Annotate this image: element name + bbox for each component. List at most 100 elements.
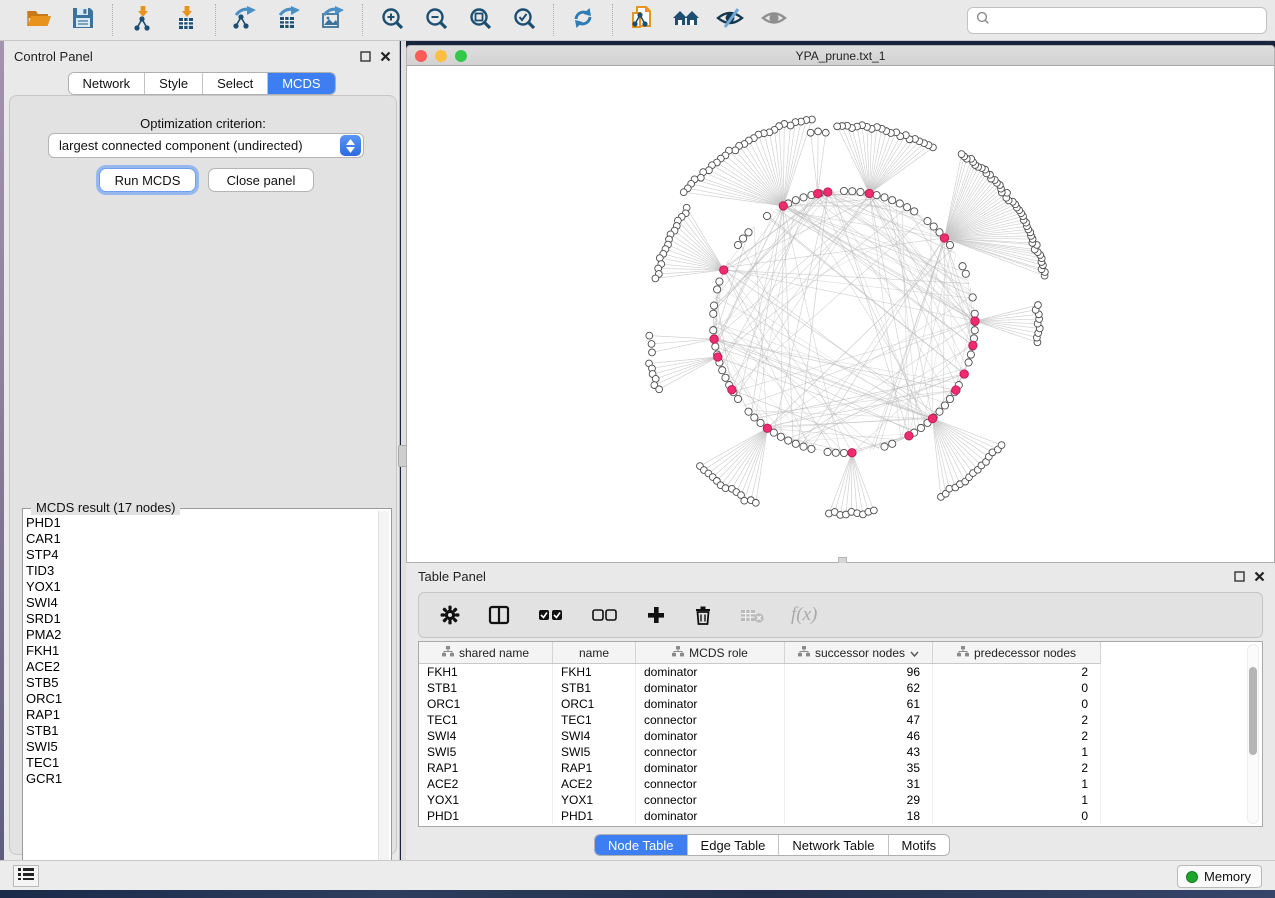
mcds-result-item[interactable]: SRD1 <box>26 611 377 627</box>
table-cell: 61 <box>785 696 933 712</box>
import-network-button[interactable] <box>123 4 161 36</box>
settings-gear-icon[interactable] <box>439 600 461 630</box>
mcds-result-item[interactable]: GCR1 <box>26 771 377 787</box>
zoom-out-button[interactable] <box>417 4 455 36</box>
import-table-button[interactable] <box>167 4 205 36</box>
import-network-icon <box>129 5 155 36</box>
mcds-result-item[interactable]: STB1 <box>26 723 377 739</box>
mcds-result-item[interactable]: TEC1 <box>26 755 377 771</box>
table-cell: RAP1 <box>419 760 553 776</box>
zoom-in-button[interactable] <box>373 4 411 36</box>
tab-network-table[interactable]: Network Table <box>779 835 888 855</box>
table-row[interactable]: ORC1ORC1dominator610 <box>419 696 1101 712</box>
table-row[interactable]: SWI4SWI4dominator462 <box>419 728 1101 744</box>
table-cell: 2 <box>933 728 1101 744</box>
zoom-selected-button[interactable] <box>505 4 543 36</box>
run-mcds-button[interactable]: Run MCDS <box>99 168 196 192</box>
search-input[interactable] <box>991 13 1259 28</box>
network-window-titlebar[interactable]: YPA_prune.txt_1 <box>406 45 1275 66</box>
column-header-successor-nodes[interactable]: successor nodes <box>785 642 933 663</box>
table-row[interactable]: STB1STB1dominator620 <box>419 680 1101 696</box>
table-cell: 46 <box>785 728 933 744</box>
table-cell: YOX1 <box>553 792 636 808</box>
table-row[interactable]: YOX1YOX1connector291 <box>419 792 1101 808</box>
mcds-result-item[interactable]: PMA2 <box>26 627 377 643</box>
tab-motifs[interactable]: Motifs <box>889 835 950 855</box>
zoom-fit-button[interactable] <box>461 4 499 36</box>
search-box[interactable] <box>967 7 1267 34</box>
save-session-button[interactable] <box>64 4 102 36</box>
table-row[interactable]: PHD1PHD1dominator180 <box>419 808 1101 824</box>
column-header-predecessor-nodes[interactable]: predecessor nodes <box>933 642 1101 663</box>
memory-button[interactable]: Memory <box>1177 865 1262 888</box>
mcds-result-item[interactable]: YOX1 <box>26 579 377 595</box>
mcds-result-item[interactable]: ORC1 <box>26 691 377 707</box>
tab-network[interactable]: Network <box>68 73 145 94</box>
task-list-icon <box>18 867 34 885</box>
export-image-button[interactable] <box>314 4 352 36</box>
network-window-title: YPA_prune.txt_1 <box>407 49 1274 63</box>
mcds-result-item[interactable]: STP4 <box>26 547 377 563</box>
network-view-canvas[interactable] <box>406 66 1275 563</box>
mcds-result-item[interactable]: SWI5 <box>26 739 377 755</box>
column-header-shared-name[interactable]: shared name <box>419 642 553 663</box>
mcds-result-item[interactable]: SWI4 <box>26 595 377 611</box>
open-file-button[interactable] <box>20 4 58 36</box>
show-columns-icon[interactable] <box>487 600 511 630</box>
tab-node-table[interactable]: Node Table <box>595 835 688 855</box>
table-row[interactable]: ACE2ACE2connector311 <box>419 776 1101 792</box>
neighbor-houses-button[interactable] <box>667 4 705 36</box>
hierarchy-icon <box>442 646 454 660</box>
add-row-icon[interactable] <box>645 600 667 630</box>
table-cell: 2 <box>933 760 1101 776</box>
table-scrollbar[interactable] <box>1247 644 1259 824</box>
mcds-result-item[interactable]: CAR1 <box>26 531 377 547</box>
table-cell: RAP1 <box>553 760 636 776</box>
tab-style[interactable]: Style <box>145 73 203 94</box>
node-table: shared namenameMCDS role successor nodes p… <box>418 641 1263 827</box>
close-panel-button[interactable]: Close panel <box>208 168 314 192</box>
delete-row-icon[interactable] <box>693 600 713 630</box>
mcds-result-list[interactable]: PHD1CAR1STP4TID3YOX1SWI4SRD1PMA2FKH1ACE2… <box>26 515 377 873</box>
table-cell: connector <box>636 792 785 808</box>
hide-selected-eye-button[interactable] <box>711 4 749 36</box>
share-network-file-button[interactable] <box>623 4 661 36</box>
close-table-panel-icon[interactable] <box>1254 569 1265 587</box>
network-graph[interactable] <box>407 66 1274 561</box>
tab-select[interactable]: Select <box>203 73 268 94</box>
export-table-button[interactable] <box>270 4 308 36</box>
show-hidden-eye-button[interactable] <box>755 4 793 36</box>
mcds-result-item[interactable]: ACE2 <box>26 659 377 675</box>
mcds-list-scrollbar[interactable] <box>378 511 389 875</box>
table-row[interactable]: TEC1TEC1connector472 <box>419 712 1101 728</box>
task-history-button[interactable] <box>13 865 39 887</box>
refresh-layout-button[interactable] <box>564 4 602 36</box>
tab-edge-table[interactable]: Edge Table <box>688 835 780 855</box>
column-header-name[interactable]: name <box>553 642 636 663</box>
table-row[interactable]: SWI5SWI5connector431 <box>419 744 1101 760</box>
table-body: FKH1FKH1dominator962STB1STB1dominator620… <box>419 664 1101 824</box>
column-header-MCDS-role[interactable]: MCDS role <box>636 642 785 663</box>
select-all-checkboxes-icon[interactable] <box>537 600 565 630</box>
float-table-panel-icon[interactable] <box>1234 569 1245 587</box>
table-cell: connector <box>636 776 785 792</box>
mcds-result-item[interactable]: STB5 <box>26 675 377 691</box>
desktop-wallpaper-bottom <box>0 890 1275 898</box>
table-row[interactable]: FKH1FKH1dominator962 <box>419 664 1101 680</box>
tab-mcds[interactable]: MCDS <box>268 73 334 94</box>
column-label: successor nodes <box>815 646 905 660</box>
mcds-result-item[interactable]: RAP1 <box>26 707 377 723</box>
mcds-result-item[interactable]: TID3 <box>26 563 377 579</box>
export-network-button[interactable] <box>226 4 264 36</box>
table-scrollbar-thumb[interactable] <box>1249 667 1257 755</box>
float-panel-icon[interactable] <box>360 49 371 67</box>
close-panel-icon[interactable] <box>380 49 391 67</box>
mcds-result-item[interactable]: PHD1 <box>26 515 377 531</box>
deselect-all-checkboxes-icon[interactable] <box>591 600 619 630</box>
open-file-icon <box>26 5 52 36</box>
table-cell: SWI4 <box>553 728 636 744</box>
table-cell: dominator <box>636 664 785 680</box>
optimization-criterion-dropdown[interactable]: largest connected component (undirected) <box>48 133 364 158</box>
mcds-result-item[interactable]: FKH1 <box>26 643 377 659</box>
table-row[interactable]: RAP1RAP1dominator352 <box>419 760 1101 776</box>
